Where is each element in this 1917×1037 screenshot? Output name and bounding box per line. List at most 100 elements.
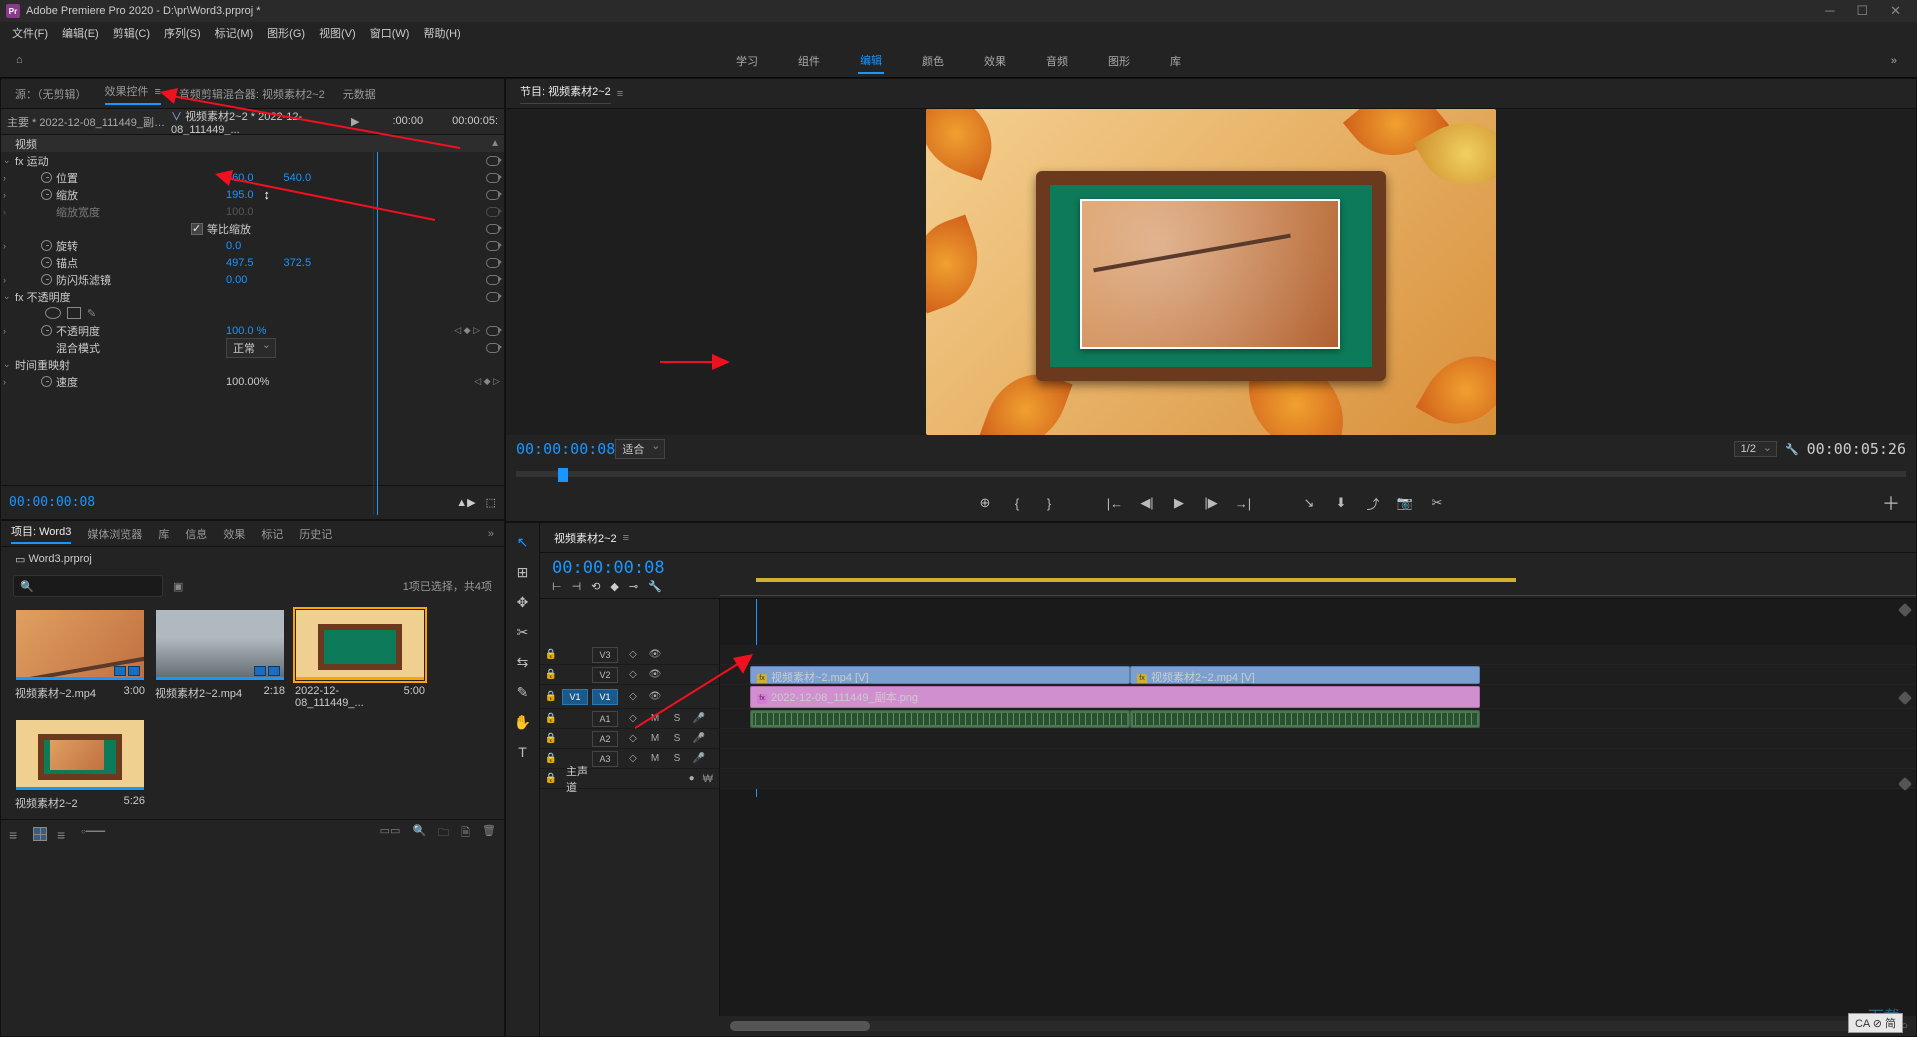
ec-antiflicker-value[interactable]: 0.00 <box>226 274 247 286</box>
tl-settings-icon[interactable]: ⊸ <box>629 580 638 593</box>
reset-icon[interactable] <box>486 207 500 217</box>
close-button[interactable]: ✕ <box>1890 3 1901 19</box>
track-target-v1[interactable]: V1 <box>592 689 618 705</box>
razor-tool-icon[interactable]: ✂ <box>514 623 532 641</box>
project-item[interactable]: 视频素材2~25:26 <box>15 719 145 811</box>
new-bin-icon[interactable]: 🗀 <box>438 824 449 843</box>
maximize-button[interactable]: ☐ <box>1856 3 1868 19</box>
source-patch-v1[interactable]: V1 <box>562 689 588 705</box>
linked-selection-icon[interactable]: ⊣ <box>572 580 582 593</box>
mark-out-icon[interactable]: } <box>1040 494 1058 512</box>
keyframe-nav[interactable]: ◁ ◆ ▷ <box>454 325 480 336</box>
tab-audio-clip-mixer[interactable]: 音频剪辑混合器: 视频素材2~2 <box>179 86 325 102</box>
sync-lock-icon[interactable]: ◇ <box>622 649 644 660</box>
ec-timeremap-group[interactable]: 时间重映射 <box>15 357 185 373</box>
ec-scale-value[interactable]: 195.0 <box>226 189 254 201</box>
ec-motion-group[interactable]: fx 运动 <box>15 153 185 169</box>
reset-icon[interactable] <box>486 156 500 166</box>
tab-effect-controls[interactable]: 效果控件≡ <box>105 83 161 105</box>
clip-a1b[interactable] <box>1130 710 1480 728</box>
menu-window[interactable]: 窗口(W) <box>364 23 416 43</box>
tab-effects[interactable]: 效果 <box>223 526 245 542</box>
go-out-icon[interactable]: →| <box>1234 494 1252 512</box>
solo-icon[interactable]: S <box>666 713 688 724</box>
ec-opacity-value[interactable]: 100.0 % <box>226 325 266 337</box>
home-icon[interactable]: ⌂ <box>14 50 25 70</box>
tabs-overflow-icon[interactable]: » <box>488 528 494 540</box>
hand-tool-icon[interactable]: ✋ <box>514 713 532 731</box>
tab-info[interactable]: 信息 <box>185 526 207 542</box>
ec-play-toggle[interactable]: ▶ <box>351 115 359 128</box>
clip-v2b[interactable]: fx视频素材2~2.mp4 [V] <box>1130 666 1480 684</box>
ec-anchor-x[interactable]: 497.5 <box>226 257 254 269</box>
program-zoom-select[interactable]: 适合 <box>615 439 665 459</box>
menu-view[interactable]: 视图(V) <box>313 23 362 43</box>
solo-icon[interactable]: S <box>666 753 688 764</box>
wrench-icon[interactable]: 🔧 <box>648 580 662 593</box>
tab-metadata[interactable]: 元数据 <box>343 86 376 102</box>
panel-menu-icon[interactable]: ≡ <box>623 532 629 544</box>
mute-icon[interactable]: M <box>644 713 666 724</box>
track-target-a1[interactable]: A1 <box>592 711 618 727</box>
eye-icon[interactable]: 👁 <box>644 691 666 702</box>
ec-opacity-group[interactable]: fx 不透明度 <box>15 289 185 305</box>
ec-blend-mode-select[interactable]: 正常 <box>226 338 276 358</box>
mark-in-icon[interactable]: { <box>1008 494 1026 512</box>
auto-seq-icon[interactable]: ▭▭ <box>380 824 401 843</box>
selection-tool-icon[interactable]: ↖ <box>514 533 532 551</box>
project-item[interactable]: 视频素材~2.mp43:00 <box>15 609 145 709</box>
uniform-scale-checkbox[interactable] <box>191 223 203 235</box>
program-scrubber[interactable] <box>506 463 1916 485</box>
v-scroll-top[interactable] <box>1898 603 1912 617</box>
ec-speed-value[interactable]: 100.00% <box>226 376 269 388</box>
reset-icon[interactable] <box>486 190 500 200</box>
clip-v2a[interactable]: fx视频素材~2.mp4 [V] <box>750 666 1130 684</box>
workspace-overflow-button[interactable]: » <box>1889 51 1899 71</box>
program-monitor[interactable] <box>506 109 1916 435</box>
timeline-sequence-tab[interactable]: 视频素材2~2 <box>554 530 617 546</box>
minimize-button[interactable]: ─ <box>1825 3 1834 19</box>
timeline-ruler[interactable] <box>720 556 1916 596</box>
sync-lock-icon[interactable]: ◇ <box>622 713 644 724</box>
panel-menu-icon[interactable]: ≡ <box>155 86 161 98</box>
eye-icon[interactable]: 👁 <box>644 649 666 660</box>
record-icon[interactable]: ● <box>681 773 703 784</box>
tab-libraries[interactable]: 库 <box>158 526 169 542</box>
scrubber-playhead[interactable] <box>558 468 568 482</box>
slip-tool-icon[interactable]: ⇆ <box>514 653 532 671</box>
clip-a1a[interactable] <box>750 710 1130 728</box>
stopwatch-icon[interactable] <box>41 325 52 336</box>
mask-pen-icon[interactable]: ✎ <box>87 307 101 321</box>
reset-icon[interactable] <box>486 292 500 302</box>
ec-position-y[interactable]: 540.0 <box>284 172 312 184</box>
project-search[interactable]: 🔍 <box>13 575 163 597</box>
voiceover-icon[interactable]: 🎤 <box>688 733 710 744</box>
workspace-color[interactable]: 颜色 <box>920 49 946 73</box>
play-icon[interactable]: ▶ <box>1170 494 1188 512</box>
ec-only-icon[interactable]: ⬚ <box>486 496 496 509</box>
project-item[interactable]: 视频素材2~2.mp42:18 <box>155 609 285 709</box>
reset-icon[interactable] <box>486 173 500 183</box>
export-frame-icon[interactable]: ⤴ <box>1364 494 1382 512</box>
sync-lock-icon[interactable]: ◇ <box>622 753 644 764</box>
timeline-h-scrollbar[interactable] <box>730 1021 1891 1031</box>
snap-icon[interactable]: ⊢ <box>552 580 562 593</box>
go-in-icon[interactable]: |← <box>1106 494 1124 512</box>
workspace-learn[interactable]: 学习 <box>734 49 760 73</box>
timeline-content[interactable]: 00:0000:00:00:1500:00:01:0000:00:01:1500… <box>720 599 1916 1016</box>
menu-sequence[interactable]: 序列(S) <box>158 23 207 43</box>
tab-history[interactable]: 历史记 <box>299 526 332 542</box>
tab-program[interactable]: 节目: 视频素材2~2 <box>520 83 611 104</box>
lock-icon[interactable]: 🔒 <box>540 753 562 764</box>
menu-marker[interactable]: 标记(M) <box>209 23 260 43</box>
menu-file[interactable]: 文件(F) <box>6 23 54 43</box>
add-marker-tl-icon[interactable]: ◆ <box>610 580 618 593</box>
comparison-icon[interactable]: ✂ <box>1428 494 1446 512</box>
voiceover-icon[interactable]: 🎤 <box>688 713 710 724</box>
lock-icon[interactable]: 🔒 <box>540 691 562 702</box>
ec-zoom-icon[interactable]: ▲▶ <box>456 496 475 509</box>
new-item-icon[interactable]: 🗎 <box>461 824 470 843</box>
mute-icon[interactable]: M <box>644 753 666 764</box>
stopwatch-icon[interactable] <box>41 189 52 200</box>
stopwatch-icon[interactable] <box>41 240 52 251</box>
